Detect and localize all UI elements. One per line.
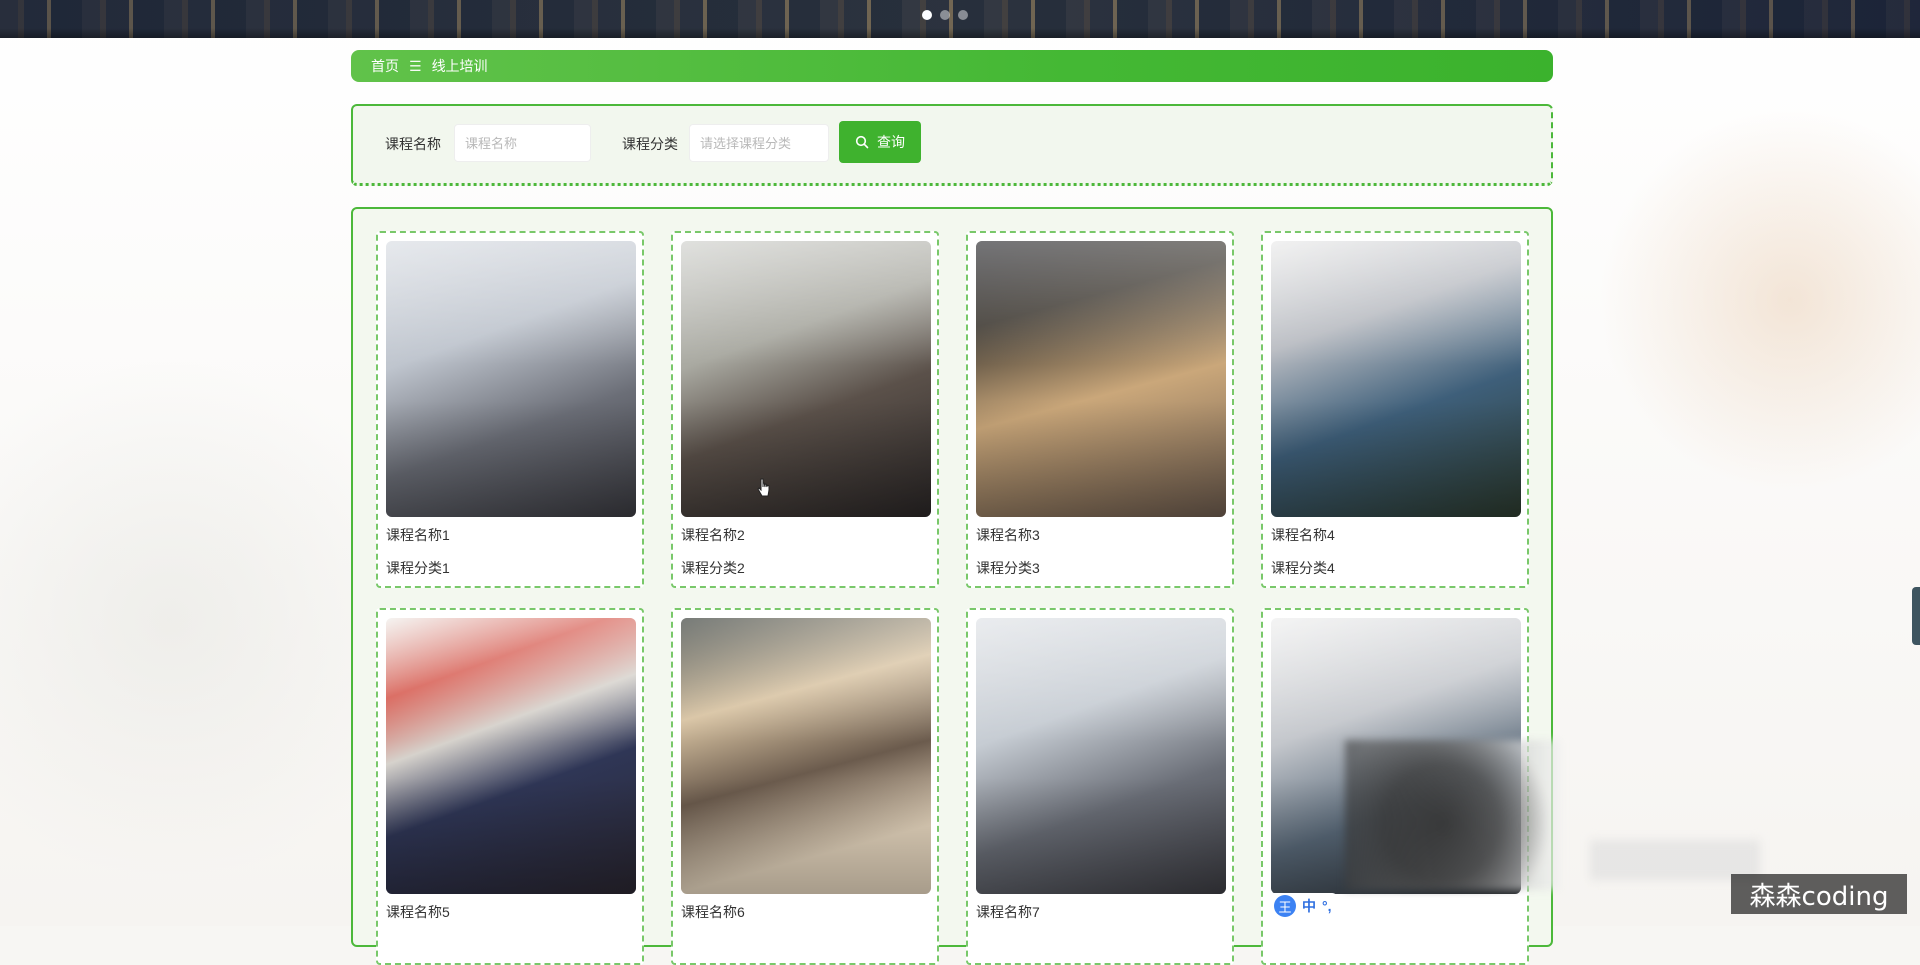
course-card[interactable]: 课程名称4 课程分类4 — [1261, 231, 1529, 588]
banner-dot-1[interactable] — [922, 10, 932, 20]
breadcrumb-separator-icon: ☰ — [409, 57, 422, 74]
ime-toolbar[interactable]: 王 中 °, — [1268, 893, 1338, 919]
course-title: 课程名称1 — [386, 527, 450, 543]
search-button-label: 查询 — [877, 134, 905, 150]
course-title: 课程名称4 — [1271, 527, 1335, 543]
course-card[interactable]: 课程名称5 — [376, 608, 644, 965]
search-icon — [855, 135, 869, 149]
course-image[interactable] — [976, 241, 1226, 517]
breadcrumb: 首页 ☰ 线上培训 — [351, 50, 1553, 82]
watermark: 森森coding — [1731, 874, 1907, 914]
breadcrumb-home-link[interactable]: 首页 — [371, 56, 399, 76]
course-title: 课程名称3 — [976, 527, 1040, 543]
hero-banner — [0, 0, 1920, 38]
course-image[interactable] — [386, 241, 636, 517]
course-category: 课程分类1 — [386, 560, 450, 576]
course-category-label: 课程分类 — [622, 136, 678, 152]
ime-badge[interactable]: 王 — [1274, 895, 1296, 917]
course-card[interactable]: 课程名称1 课程分类1 — [376, 231, 644, 588]
course-card[interactable]: 课程名称6 — [671, 608, 939, 965]
course-title: 课程名称6 — [681, 904, 745, 920]
banner-pagination[interactable] — [922, 10, 968, 20]
breadcrumb-current: 线上培训 — [431, 58, 488, 74]
course-image[interactable] — [681, 241, 931, 517]
side-scroll-handle[interactable] — [1912, 587, 1920, 645]
course-image[interactable] — [1271, 241, 1521, 517]
course-card[interactable]: 课程名称7 — [966, 608, 1234, 965]
banner-dot-3[interactable] — [958, 10, 968, 20]
course-category-select[interactable] — [689, 124, 829, 162]
blurred-overlay — [1345, 740, 1560, 890]
search-panel: 课程名称 课程分类 查询 — [351, 104, 1553, 186]
banner-dot-2[interactable] — [940, 10, 950, 20]
ime-punctuation[interactable]: °, — [1322, 898, 1332, 914]
course-category: 课程分类3 — [976, 560, 1040, 576]
course-title: 课程名称5 — [386, 904, 450, 920]
course-category: 课程分类2 — [681, 560, 745, 576]
course-category: 课程分类4 — [1271, 560, 1335, 576]
course-image[interactable] — [386, 618, 636, 894]
course-image[interactable] — [976, 618, 1226, 894]
course-name-input[interactable] — [454, 124, 591, 162]
course-card[interactable]: 课程名称3 课程分类3 — [966, 231, 1234, 588]
course-title: 课程名称7 — [976, 904, 1040, 920]
course-card[interactable]: 课程名称2 课程分类2 — [671, 231, 939, 588]
course-name-label: 课程名称 — [385, 136, 441, 152]
search-button[interactable]: 查询 — [839, 121, 921, 163]
course-title: 课程名称2 — [681, 527, 745, 543]
course-image[interactable] — [681, 618, 931, 894]
ime-mode-chinese[interactable]: 中 — [1302, 896, 1316, 916]
